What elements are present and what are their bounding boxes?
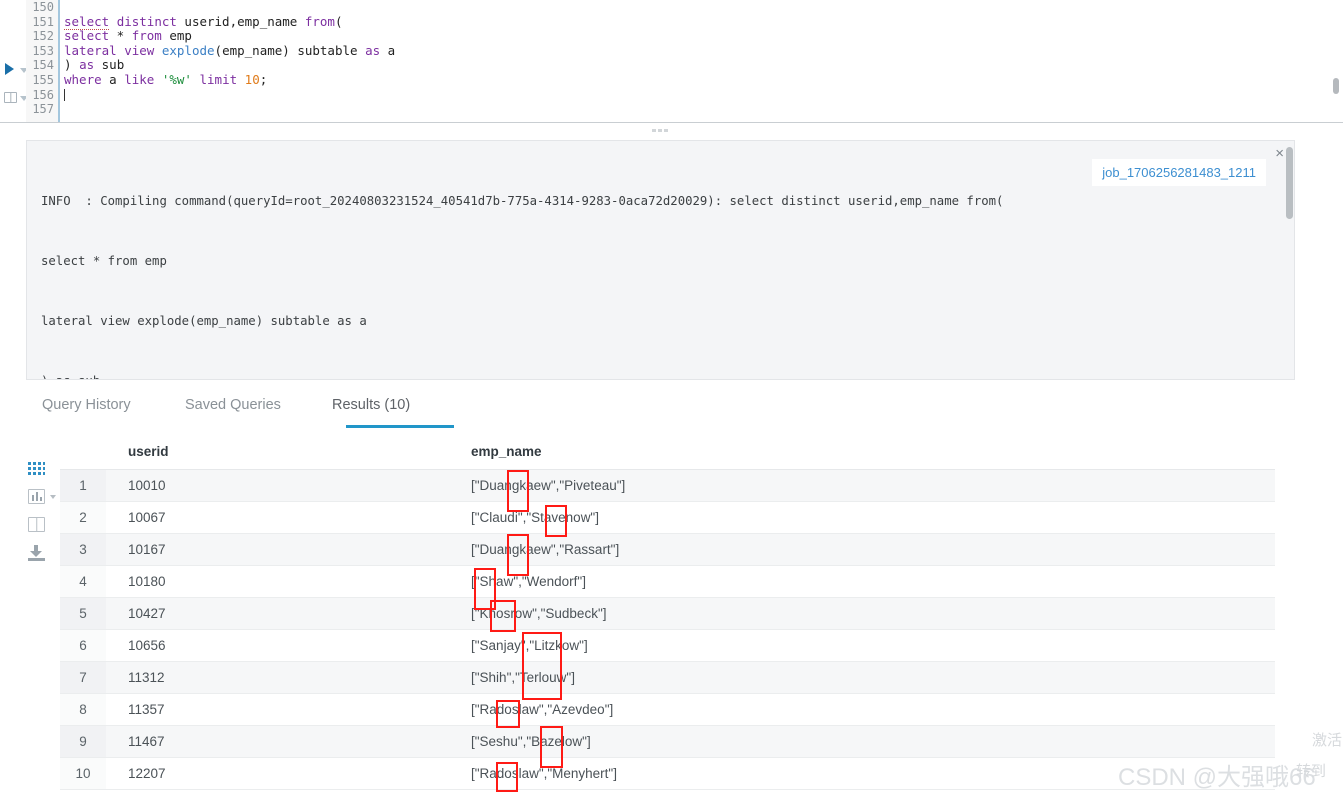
table-row[interactable]: 3 10167 ["Duangkaew","Rassart"] — [60, 533, 1275, 566]
code-line-151: select distinct userid,emp_name from( — [64, 13, 343, 30]
row-index: 9 — [60, 725, 106, 758]
tab-query-history[interactable]: Query History — [42, 392, 131, 432]
row-index: 3 — [60, 533, 106, 566]
log-line: lateral view explode(emp_name) subtable … — [41, 314, 367, 328]
row-index: 2 — [60, 501, 106, 534]
log-line: select * from emp — [41, 254, 167, 268]
activation-watermark-top: 激活 — [1312, 731, 1343, 749]
line-number: 155 — [32, 72, 54, 87]
column-header-emp-name: emp_name — [446, 438, 1275, 470]
results-tabs: Query History Saved Queries Results (10) — [26, 392, 506, 436]
row-index: 5 — [60, 597, 106, 630]
cell-emp-name: ["Shih","Terlouw"] — [446, 661, 1275, 694]
row-index: 8 — [60, 693, 106, 726]
hive-query-editor-page: 150 151 152 153 154 155 156 157 select d… — [0, 0, 1343, 796]
cell-userid: 10167 — [106, 533, 446, 566]
query-log-panel: INFO : Compiling command(queryId=root_20… — [26, 140, 1295, 380]
code-line-155: where a like '%w' limit 10; — [64, 71, 268, 87]
table-row[interactable]: 10 12207 ["Radoslaw","Menyhert"] — [60, 757, 1275, 790]
editor-line-numbers: 150 151 152 153 154 155 156 157 — [26, 0, 58, 122]
table-row[interactable]: 6 10656 ["Sanjay","Litzkow"] — [60, 629, 1275, 662]
cell-userid: 10427 — [106, 597, 446, 630]
log-line: ) as sub — [41, 371, 1274, 379]
cell-emp-name: ["Radoslaw","Azevdeo"] — [446, 693, 1275, 726]
results-table-container: userid emp_name 1 10010 ["Duangkaew","Pive… — [60, 438, 1275, 796]
cell-userid: 11467 — [106, 725, 446, 758]
row-index: 1 — [60, 469, 106, 502]
chart-icon[interactable] — [28, 489, 45, 504]
editor-code-area[interactable]: select distinct userid,emp_name from( se… — [58, 0, 1343, 122]
table-row[interactable]: 1 10010 ["Duangkaew","Piveteau"] — [60, 469, 1275, 502]
editor-scrollbar-thumb[interactable] — [1333, 78, 1339, 94]
columns-icon[interactable] — [28, 517, 45, 532]
table-row[interactable]: 9 11467 ["Seshu","Bazelow"] — [60, 725, 1275, 758]
cell-userid: 10656 — [106, 629, 446, 662]
line-number: 153 — [32, 43, 54, 58]
line-number: 156 — [32, 87, 54, 102]
line-number: 151 — [32, 14, 54, 29]
cell-emp-name: ["Duangkaew","Piveteau"] — [446, 469, 1275, 502]
table-header-row: userid emp_name — [60, 438, 1275, 470]
line-number: 152 — [32, 29, 54, 44]
line-number: 154 — [32, 58, 54, 73]
cell-emp-name: ["Claudi","Stavenow"] — [446, 501, 1275, 534]
cell-emp-name: ["Sanjay","Litzkow"] — [446, 629, 1275, 662]
row-index: 10 — [60, 757, 106, 790]
results-table-head: userid emp_name — [60, 438, 1275, 470]
download-icon[interactable] — [28, 545, 45, 561]
line-number: 157 — [32, 102, 54, 117]
table-row[interactable]: 2 10067 ["Claudi","Stavenow"] — [60, 501, 1275, 534]
line-number: 150 — [32, 0, 54, 14]
table-row[interactable]: 5 10427 ["Khosrow","Sudbeck"] — [60, 597, 1275, 630]
results-table: userid emp_name 1 10010 ["Duangkaew","Pive… — [60, 438, 1275, 790]
cell-emp-name: ["Duangkaew","Rassart"] — [446, 533, 1275, 566]
cell-emp-name: ["Seshu","Bazelow"] — [446, 725, 1275, 758]
job-id-link[interactable]: job_1706256281483_1211 — [1092, 159, 1266, 186]
row-index: 6 — [60, 629, 106, 662]
results-toolbar-rail — [26, 460, 56, 580]
code-line-153: lateral view explode(emp_name) subtable … — [64, 42, 396, 58]
column-header-index — [60, 438, 106, 470]
cell-userid: 11312 — [106, 661, 446, 694]
log-output: INFO : Compiling command(queryId=root_20… — [41, 151, 1274, 379]
tab-saved-queries[interactable]: Saved Queries — [185, 392, 281, 432]
table-row[interactable]: 7 11312 ["Shih","Terlouw"] — [60, 661, 1275, 694]
table-row[interactable]: 8 11357 ["Radoslaw","Azevdeo"] — [60, 693, 1275, 726]
cell-userid: 10180 — [106, 565, 446, 598]
cell-userid: 11357 — [106, 693, 446, 726]
log-line: INFO : Compiling command(queryId=root_20… — [41, 194, 1004, 208]
cell-userid: 10010 — [106, 469, 446, 502]
panel-divider — [0, 122, 1343, 140]
run-arrow-icon[interactable] — [5, 63, 14, 75]
active-tab-indicator — [346, 425, 454, 428]
row-index: 7 — [60, 661, 106, 694]
activation-watermark-bottom: 转到 — [1296, 762, 1327, 780]
drag-handle-icon[interactable] — [652, 129, 670, 133]
cell-userid: 12207 — [106, 757, 446, 790]
cell-emp-name: ["Khosrow","Sudbeck"] — [446, 597, 1275, 630]
code-line-154: ) as sub — [64, 57, 125, 73]
csdn-watermark: CSDN @大强哦66 — [1118, 764, 1316, 791]
cell-emp-name: ["Shaw","Wendorf"] — [446, 565, 1275, 598]
code-line-156 — [64, 88, 1343, 103]
row-index: 4 — [60, 565, 106, 598]
grid-icon[interactable] — [28, 462, 45, 477]
log-scrollbar-thumb[interactable] — [1286, 147, 1293, 219]
log-scrollbar[interactable] — [1285, 141, 1294, 379]
close-icon[interactable]: × — [1275, 145, 1284, 162]
results-table-body: 1 10010 ["Duangkaew","Piveteau"] 2 10067 ["Cl… — [60, 469, 1275, 790]
table-row[interactable]: 4 10180 ["Shaw","Wendorf"] — [60, 565, 1275, 598]
book-icon[interactable] — [4, 92, 17, 103]
column-header-userid: userid — [106, 438, 446, 470]
sql-editor[interactable]: 150 151 152 153 154 155 156 157 select d… — [0, 0, 1343, 122]
code-line-152: select * from emp — [64, 28, 192, 44]
chart-chevron-down-icon[interactable] — [50, 495, 56, 499]
cell-userid: 10067 — [106, 501, 446, 534]
